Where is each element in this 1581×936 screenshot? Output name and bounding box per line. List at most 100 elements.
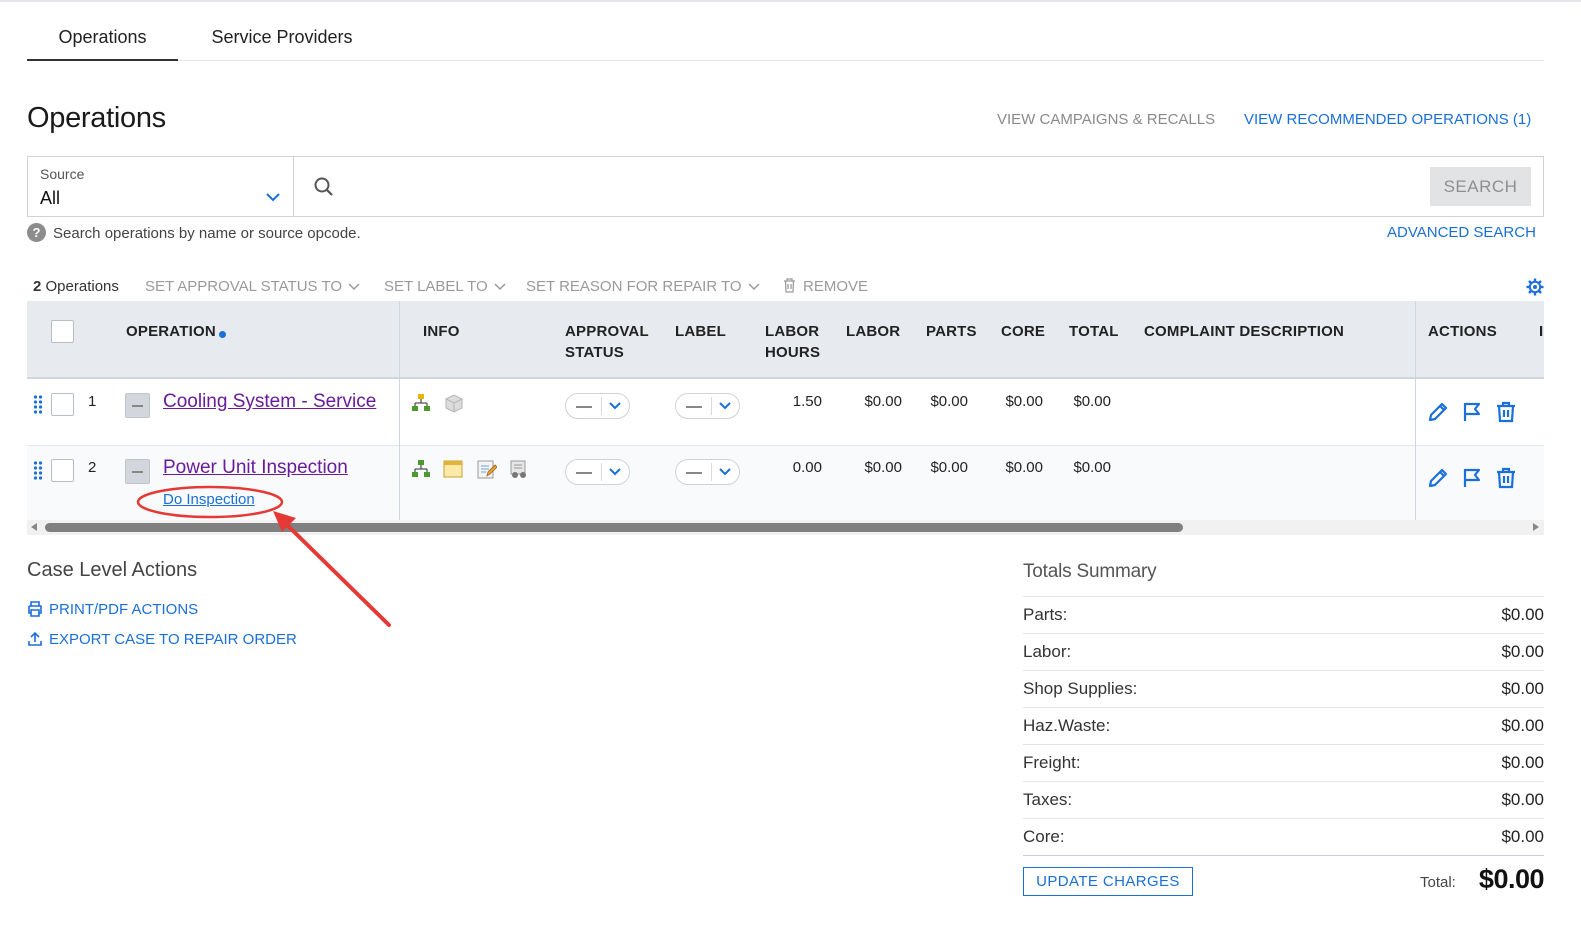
edit-pencil-icon[interactable] [1426,400,1450,424]
search-help-text: Search operations by name or source opco… [53,225,361,242]
chevron-down-icon [494,283,506,291]
view-campaigns-link[interactable]: VIEW CAMPAIGNS & RECALLS [997,111,1215,128]
column-header-labor-hours: LABOR HOURS [765,323,821,361]
annotation-arrow-line [281,519,391,627]
labor-hours-value: 0.00 [792,459,822,476]
window-top-border [0,0,1581,2]
row-checkbox[interactable] [51,393,74,416]
label-select[interactable] [675,459,740,485]
label-select[interactable] [675,393,740,419]
page-title: Operations [27,102,166,134]
scroll-right-arrow-icon[interactable] [1533,523,1539,531]
view-recommended-operations-link[interactable]: VIEW RECOMMENDED OPERATIONS (1) [1244,111,1531,128]
search-button[interactable]: SEARCH [1430,167,1531,206]
total-value: $0.00 [1073,393,1111,410]
table-row: 1 Cooling System - Service 1.50 $0.00 $0… [27,380,1544,446]
advanced-search-link[interactable]: ADVANCED SEARCH [1387,224,1536,241]
set-approval-status-dropdown[interactable]: SET APPROVAL STATUS TO [145,278,360,295]
scroll-left-arrow-icon[interactable] [31,523,37,531]
tab-operations[interactable]: Operations [27,14,178,61]
approval-status-select[interactable] [565,393,630,419]
table-header: OPERATION INFO APPROVAL STATUS LABEL LABO… [27,301,1544,379]
set-label-dropdown[interactable]: SET LABEL TO [384,278,506,295]
horizontal-scrollbar[interactable] [27,520,1544,535]
totals-row-core: Core: $0.00 [1023,819,1544,856]
parts-value: $0.00 [930,459,968,476]
column-header-complaint-description: COMPLAINT DESCRIPTION [1144,323,1345,340]
totals-row-freight: Freight: $0.00 [1023,745,1544,782]
flag-icon[interactable] [1460,466,1484,490]
help-icon: ? [27,223,46,242]
row-number: 1 [88,393,97,410]
flag-icon[interactable] [1460,400,1484,424]
totals-row-labor: Labor: $0.00 [1023,634,1544,671]
labor-hours-value: 1.50 [792,393,822,410]
scrollbar-thumb[interactable] [45,523,1183,532]
total-value: $0.00 [1073,459,1111,476]
grand-total-value: $0.00 [1478,864,1545,894]
search-bar: Source All SEARCH [27,156,1544,217]
grand-total-label: Total: [1420,874,1456,891]
remove-button[interactable]: REMOVE [783,278,868,295]
update-charges-button[interactable]: UPDATE CHARGES [1023,867,1193,896]
core-value: $0.00 [1005,393,1043,410]
drag-handle-icon[interactable] [33,460,43,480]
column-header-approval-status: APPROVAL STATUS [565,323,649,361]
search-icon [314,177,333,196]
chevron-down-icon [348,283,360,291]
column-divider [399,301,400,521]
totals-row-haz-waste: Haz.Waste: $0.00 [1023,708,1544,745]
row-checkbox[interactable] [51,459,74,482]
chevron-down-icon [266,193,280,202]
operation-link[interactable]: Cooling System - Service [163,391,376,413]
core-value: $0.00 [1005,459,1043,476]
print-pdf-actions-link[interactable]: PRINT/PDF ACTIONS [27,601,198,618]
column-header-parts: PARTS [926,323,977,340]
edit-pencil-icon[interactable] [1426,466,1450,490]
totals-summary: Parts: $0.00 Labor: $0.00 Shop Supplies: $0… [1023,596,1544,856]
notes-edit-icon [477,460,497,479]
select-all-checkbox[interactable] [51,320,74,343]
do-inspection-link[interactable]: Do Inspection [163,491,255,508]
operations-table: OPERATION INFO APPROVAL STATUS LABEL LABO… [27,301,1544,521]
totals-row-taxes: Taxes: $0.00 [1023,782,1544,819]
totals-row-parts: Parts: $0.00 [1023,597,1544,634]
search-input[interactable] [346,167,1426,205]
parts-value: $0.00 [930,393,968,410]
labor-value: $0.00 [864,459,902,476]
operation-link[interactable]: Power Unit Inspection [163,457,348,479]
chevron-down-icon [609,468,621,476]
approval-status-select[interactable] [565,459,630,485]
collapse-toggle[interactable] [125,393,150,418]
column-header-info: INFO [423,323,460,340]
vehicle-parts-icon [510,460,526,478]
source-select[interactable]: Source All [28,157,294,216]
hierarchy-icon [412,394,430,411]
totals-summary-title: Totals Summary [1023,561,1157,582]
case-level-actions-title: Case Level Actions [27,559,198,581]
set-reason-for-repair-dropdown[interactable]: SET REASON FOR REPAIR TO [526,278,760,295]
collapse-toggle[interactable] [125,459,150,484]
trash-icon [784,278,795,293]
column-header-truncated: I [1539,323,1544,340]
source-value: All [40,188,61,208]
printer-icon [28,601,42,617]
chevron-down-icon [719,468,731,476]
column-divider [1415,301,1416,521]
labor-value: $0.00 [864,393,902,410]
sort-indicator-icon [218,331,226,338]
trash-icon[interactable] [1494,466,1518,490]
upload-icon [28,631,42,646]
chevron-down-icon [609,402,621,410]
column-header-total: TOTAL [1069,323,1119,340]
column-header-actions: ACTIONS [1428,323,1497,340]
chevron-down-icon [748,283,760,291]
tab-service-providers[interactable]: Service Providers [197,14,367,61]
totals-row-shop-supplies: Shop Supplies: $0.00 [1023,671,1544,708]
chevron-down-icon [719,402,731,410]
gear-icon[interactable] [1526,278,1544,296]
trash-icon[interactable] [1494,400,1518,424]
drag-handle-icon[interactable] [33,394,43,414]
column-header-operation[interactable]: OPERATION [126,321,226,342]
export-case-link[interactable]: EXPORT CASE TO REPAIR ORDER [27,631,297,648]
